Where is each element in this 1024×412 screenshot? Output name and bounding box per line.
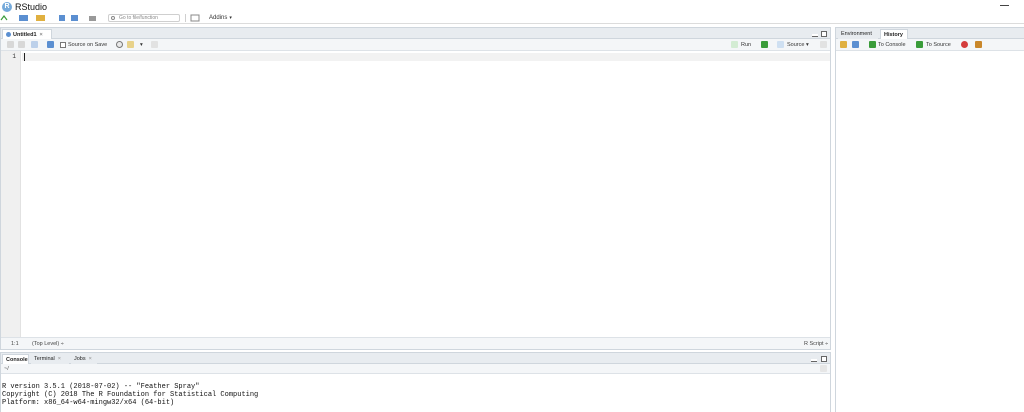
console-tab-bar: Console Terminal × Jobs ×: [1, 353, 830, 364]
back-arrow-icon[interactable]: [7, 41, 14, 48]
document-outline-icon[interactable]: [820, 41, 827, 48]
environment-history-pane: Environment History To Console To Source: [835, 27, 1024, 412]
maximize-pane-button[interactable]: [821, 31, 827, 37]
console-path-bar: ~/: [1, 364, 830, 374]
code-editor[interactable]: [22, 51, 830, 337]
window-title: RStudio: [15, 2, 48, 12]
close-tab-icon[interactable]: ×: [89, 356, 92, 362]
clear-history-broom-icon[interactable]: [975, 41, 982, 48]
tab-environment[interactable]: Environment: [838, 29, 878, 39]
tab-jobs[interactable]: Jobs ×: [71, 354, 97, 364]
to-source-button[interactable]: To Source: [926, 41, 951, 49]
console-line: R version 3.5.1 (2018-07-02) -- "Feather…: [2, 383, 200, 391]
file-type-label: R Script: [804, 341, 824, 347]
source-status-bar: 1:1 (Top Level) ÷ R Script ÷: [1, 337, 830, 349]
save-all-icon[interactable]: [70, 14, 80, 22]
tab-console[interactable]: Console: [2, 354, 29, 364]
minimize-pane-button[interactable]: [811, 359, 817, 362]
source-pane: Untitled1 × Source on Save ▾ Run Source ▾…: [0, 27, 831, 350]
scope-label: (Top Level): [32, 341, 60, 347]
source-on-save-label: Source on Save: [68, 42, 108, 48]
chevron-updown-icon: ÷: [825, 341, 829, 347]
save-icon[interactable]: [47, 41, 54, 48]
minimize-window-button[interactable]: [1000, 5, 1009, 6]
compile-report-icon[interactable]: [151, 41, 158, 48]
source-toolbar: Source on Save ▾ Run Source ▾: [1, 39, 830, 51]
go-to-arrow-icon: [111, 16, 115, 20]
line-number: 1: [12, 53, 16, 60]
scope-selector[interactable]: (Top Level) ÷: [32, 340, 64, 348]
file-type-selector[interactable]: R Script ÷: [804, 340, 828, 348]
tab-untitled1[interactable]: Untitled1 ×: [2, 29, 52, 39]
console-output[interactable]: R version 3.5.1 (2018-07-02) -- "Feather…: [2, 383, 258, 407]
tab-label: History: [884, 32, 903, 38]
go-to-file-input[interactable]: Go to file/function: [108, 14, 180, 22]
addins-menu[interactable]: Addins ▾: [209, 14, 232, 22]
to-console-button[interactable]: To Console: [878, 41, 906, 49]
chevron-down-icon: ▾: [229, 15, 232, 21]
magic-wand-icon[interactable]: [127, 41, 134, 48]
tab-label: Jobs: [74, 356, 86, 362]
to-console-icon[interactable]: [869, 41, 876, 48]
working-directory[interactable]: ~/: [4, 365, 9, 373]
close-tab-icon[interactable]: ×: [58, 356, 61, 362]
toolbar-divider: [185, 14, 186, 22]
tab-label: Terminal: [34, 356, 55, 362]
print-icon[interactable]: [88, 14, 97, 22]
cursor-position: 1:1: [11, 341, 19, 347]
console-line: Platform: x86_64-w64-mingw32/x64 (64-bit…: [2, 399, 175, 407]
search-icon[interactable]: [116, 41, 123, 48]
minimize-pane-button[interactable]: [812, 34, 818, 37]
source-tab-bar: Untitled1 ×: [1, 28, 830, 39]
history-list[interactable]: [836, 51, 1024, 412]
run-button[interactable]: Run: [741, 41, 751, 49]
to-source-icon[interactable]: [916, 41, 923, 48]
open-file-icon[interactable]: [35, 14, 47, 22]
new-project-icon[interactable]: [18, 14, 30, 22]
console-line: Copyright (C) 2018 The R Foundation for …: [2, 391, 259, 399]
line-number-gutter: [1, 51, 21, 337]
addins-label: Addins: [209, 15, 228, 21]
clear-console-broom-icon[interactable]: [820, 365, 827, 372]
tab-terminal[interactable]: Terminal ×: [31, 354, 69, 364]
save-icon[interactable]: [58, 14, 66, 22]
tab-label: Console: [6, 357, 28, 363]
save-history-icon[interactable]: [852, 41, 859, 48]
close-tab-icon[interactable]: ×: [40, 32, 43, 38]
source-button[interactable]: Source ▾: [787, 41, 809, 49]
show-in-window-icon[interactable]: [31, 41, 38, 48]
load-history-icon[interactable]: [840, 41, 847, 48]
rerun-icon[interactable]: [761, 41, 768, 48]
chevron-down-icon[interactable]: ▾: [140, 41, 143, 49]
rstudio-logo-icon: R: [2, 2, 12, 12]
go-to-placeholder: Go to file/function: [119, 15, 158, 21]
tab-history[interactable]: History: [880, 29, 908, 39]
title-bar: R RStudio: [0, 0, 1024, 12]
source-arrow-icon[interactable]: [777, 41, 784, 48]
run-arrow-icon[interactable]: [731, 41, 738, 48]
history-toolbar: To Console To Source: [836, 39, 1024, 51]
forward-arrow-icon[interactable]: [18, 41, 25, 48]
chevron-updown-icon: ÷: [60, 341, 64, 347]
tab-label: Environment: [841, 31, 872, 37]
source-on-save-checkbox[interactable]: [60, 42, 66, 48]
maximize-pane-button[interactable]: [821, 356, 827, 362]
delete-entry-icon[interactable]: [961, 41, 968, 48]
main-toolbar: Go to file/function Addins ▾: [0, 12, 1024, 24]
r-file-icon: [6, 32, 11, 38]
workspace-panes-icon[interactable]: [190, 14, 204, 22]
new-file-icon[interactable]: [0, 14, 8, 22]
env-tab-bar: Environment History: [836, 28, 1024, 39]
tab-label: Untitled1: [13, 32, 37, 38]
source-button-label: Source: [787, 42, 805, 48]
chevron-down-icon: ▾: [805, 42, 809, 48]
